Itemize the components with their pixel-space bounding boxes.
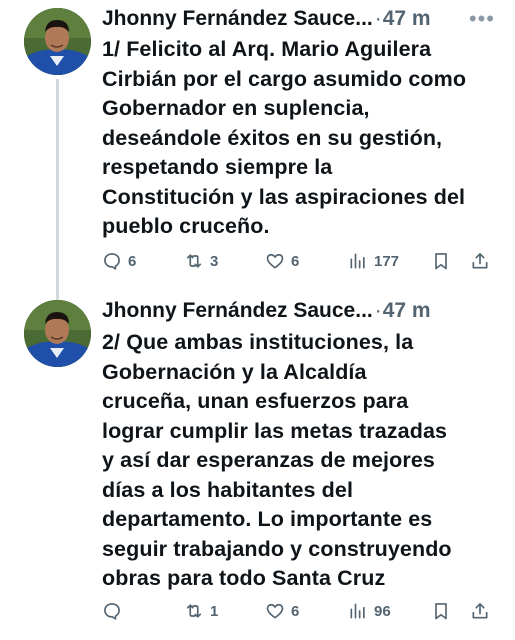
avatar-photo [24,300,91,367]
views-count: 96 [374,602,391,620]
tweet[interactable]: Jhonny Fernández Sauce...·47 m ••• 1/ Fe… [0,0,515,300]
tweet-text: 1/ Felicito al Arq. Mario Aguilera Cirbi… [102,37,467,238]
reply-button[interactable] [102,596,128,626]
tweet-header: Jhonny Fernández Sauce...·47 m ••• [102,4,495,34]
tweet-text: 2/ Que ambas instituciones, la Gobernaci… [102,330,452,590]
separator-dot: · [374,7,382,30]
timestamp[interactable]: 47 m [383,299,431,322]
bookmark-button[interactable] [431,596,451,626]
like-button[interactable]: 6 [265,596,299,626]
bookmark-icon [435,603,447,620]
reply-icon [104,603,120,620]
share-button[interactable] [470,596,490,626]
share-button[interactable] [470,246,490,276]
like-icon [266,253,284,269]
views-button[interactable]: 177 [348,246,399,276]
bookmark-button[interactable] [431,246,451,276]
like-icon [266,603,284,619]
timestamp[interactable]: 47 m [383,7,431,30]
like-button[interactable]: 6 [265,246,299,276]
avatar[interactable] [24,300,91,367]
share-icon [472,603,488,619]
bookmark-icon [435,253,447,270]
share-icon [472,253,488,269]
repost-icon [186,604,202,618]
like-count: 6 [291,602,300,620]
repost-count: 1 [210,602,219,620]
repost-button[interactable]: 1 [184,596,218,626]
author-name[interactable]: Jhonny Fernández Sauce... [102,299,373,322]
reply-icon [104,253,120,270]
views-button[interactable]: 96 [348,596,391,626]
tweet[interactable]: Jhonny Fernández Sauce...·47 m 2/ Que am… [0,296,515,640]
repost-count: 3 [210,252,219,270]
action-bar: 1 6 96 [102,596,497,626]
reply-count: 6 [128,252,137,270]
separator-dot: · [374,299,382,322]
avatar-photo [24,8,91,75]
views-icon [350,603,365,619]
tweet-header: Jhonny Fernández Sauce...·47 m [102,296,495,326]
action-bar: 6 3 6 177 [102,246,497,276]
reply-button[interactable]: 6 [102,246,136,276]
thread-line [56,79,59,300]
views-count: 177 [374,252,400,270]
like-count: 6 [291,252,300,270]
views-icon [350,253,365,269]
repost-button[interactable]: 3 [184,246,218,276]
avatar[interactable] [24,8,91,75]
repost-icon [186,254,202,268]
author-name[interactable]: Jhonny Fernández Sauce... [102,7,373,30]
more-icon[interactable]: ••• [469,4,495,34]
